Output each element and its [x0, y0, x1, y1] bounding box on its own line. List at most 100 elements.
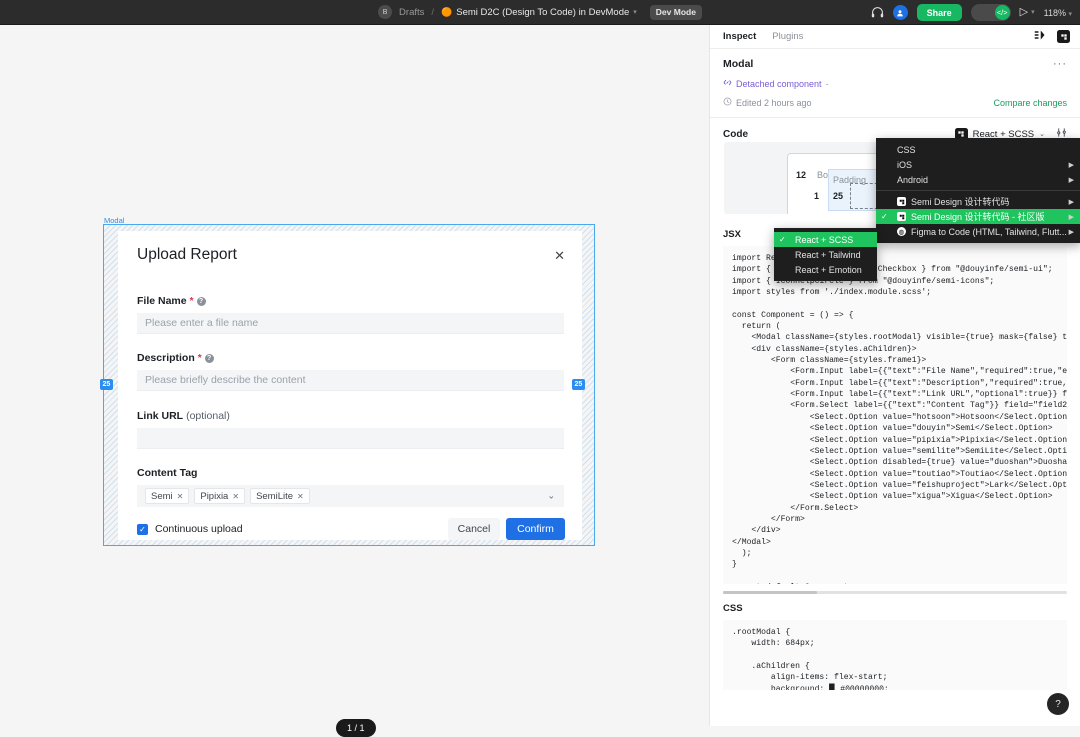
detached-suffix: -	[826, 79, 829, 89]
user-badge-icon[interactable]	[893, 5, 908, 20]
tag-chip[interactable]: Semi ✕	[145, 488, 189, 504]
code-platform-menu[interactable]: CSS iOS ▶ Android ▶ Semi Design 设计转代码 ▶ …	[876, 138, 1080, 243]
detached-component-label[interactable]: Detached component	[736, 79, 822, 89]
help-circle-icon[interactable]: ?	[197, 297, 206, 306]
code-horizontal-scrollbar[interactable]	[723, 591, 1067, 594]
menu-item-figma-to-code[interactable]: ◍ Figma to Code (HTML, Tailwind, Flutt..…	[876, 224, 1080, 239]
tag-remove-icon[interactable]: ✕	[177, 492, 184, 501]
tab-inspect[interactable]: Inspect	[723, 31, 756, 42]
submenu-label: React + SCSS	[795, 235, 853, 245]
menu-item-semi-design[interactable]: Semi Design 设计转代码 ▶	[876, 194, 1080, 209]
zoom-level-value: 118%	[1044, 8, 1066, 18]
tab-plugins[interactable]: Plugins	[772, 31, 803, 42]
label-text: File Name	[137, 295, 187, 307]
zoom-chevron-down-icon: ▾	[1068, 11, 1072, 18]
code-toggle-icon: </>	[995, 5, 1010, 20]
field-label-description: Description * ?	[137, 352, 214, 364]
jsx-code-block[interactable]: import React from 'react'; import { Moda…	[723, 246, 1067, 584]
continuous-upload-checkbox-row[interactable]: ✓ Continuous upload	[137, 523, 243, 535]
menu-item-css[interactable]: CSS	[876, 142, 1080, 157]
submenu-item-react-tailwind[interactable]: React + Tailwind	[774, 247, 877, 262]
share-button[interactable]: Share	[917, 4, 962, 21]
code-compare-icon[interactable]	[1034, 28, 1046, 46]
design-canvas[interactable]: Modal Upload Report ✕ File Name * ? Plea…	[0, 25, 709, 726]
code-label: Code	[723, 129, 748, 140]
submenu-item-react-emotion[interactable]: React + Emotion	[774, 262, 877, 277]
menu-label: iOS	[897, 160, 912, 170]
link-url-input[interactable]	[137, 428, 564, 449]
top-bar: B Drafts / 🟠 Semi D2C (Design To Code) i…	[0, 0, 1080, 25]
checkbox[interactable]: ✓	[137, 524, 148, 535]
description-placeholder: Please briefly describe the content	[145, 374, 306, 386]
present-button[interactable]: ▷ ▾	[1020, 7, 1035, 18]
submenu-arrow-icon: ▶	[1069, 213, 1074, 221]
help-icon[interactable]: ?	[1047, 693, 1069, 715]
chevron-down-icon[interactable]: ▾	[633, 8, 637, 16]
page-indicator[interactable]: 1 / 1	[336, 719, 376, 737]
detached-component-icon	[723, 78, 732, 89]
menu-item-android[interactable]: Android ▶	[876, 172, 1080, 187]
breadcrumb-drafts[interactable]: Drafts	[399, 7, 424, 18]
tag-chip[interactable]: Pipixia ✕	[194, 488, 245, 504]
field-label-file-name: File Name * ?	[137, 295, 206, 307]
react-flavor-submenu[interactable]: ✓ React + SCSS React + Tailwind React + …	[774, 228, 877, 281]
tag-label: Semi	[151, 491, 173, 502]
present-chevron-down-icon[interactable]: ▾	[1031, 9, 1035, 16]
semi-plugin-icon[interactable]	[1057, 30, 1070, 43]
zoom-level[interactable]: 118% ▾	[1044, 8, 1072, 18]
component-summary: Modal ··· Detached component - Edited 2 …	[710, 49, 1080, 108]
check-icon: ✓	[881, 212, 888, 221]
play-icon: ▷	[1020, 7, 1028, 18]
panel-tabs: Inspect Plugins	[710, 25, 1080, 49]
clock-icon	[723, 97, 732, 108]
menu-item-semi-design-community[interactable]: ✓ Semi Design 设计转代码 - 社区版 ▶	[876, 209, 1080, 224]
submenu-arrow-icon: ▶	[1069, 161, 1074, 169]
edited-row: Edited 2 hours ago Compare changes	[723, 97, 1067, 108]
help-circle-icon[interactable]: ?	[205, 354, 214, 363]
tag-chip[interactable]: SemiLite ✕	[250, 488, 310, 504]
top-bar-actions: Share </> ▷ ▾ 118% ▾	[871, 0, 1072, 25]
label-text: Description	[137, 352, 195, 364]
component-name: Modal	[723, 58, 753, 70]
semi-icon	[897, 197, 906, 206]
avatar[interactable]: B	[378, 5, 392, 19]
menu-item-ios[interactable]: iOS ▶	[876, 157, 1080, 172]
menu-label: Semi Design 设计转代码	[911, 195, 1010, 208]
submenu-label: React + Tailwind	[795, 250, 861, 260]
selection-frame[interactable]: Upload Report ✕ File Name * ? Please ent…	[103, 224, 595, 546]
compare-changes-link[interactable]: Compare changes	[993, 98, 1067, 108]
file-name-chip[interactable]: 🟠 Semi D2C (Design To Code) in DevMode ▾	[441, 7, 637, 18]
chevron-down-icon[interactable]: ⌄	[547, 491, 555, 502]
submenu-label: React + Emotion	[795, 265, 862, 275]
dimension-badge-right: 25	[572, 379, 585, 390]
panel-tab-icons	[1034, 28, 1070, 46]
more-options-icon[interactable]: ···	[1053, 59, 1067, 70]
css-code-block[interactable]: .rootModal { width: 684px; .aChildren { …	[723, 620, 1067, 690]
menu-label: CSS	[897, 145, 916, 155]
breadcrumb-separator: /	[431, 7, 434, 18]
submenu-item-react-scss[interactable]: ✓ React + SCSS	[774, 232, 877, 247]
tag-remove-icon[interactable]: ✕	[232, 492, 239, 501]
semi-icon	[897, 212, 906, 221]
description-input[interactable]: Please briefly describe the content	[137, 370, 564, 391]
component-title-row: Modal ···	[723, 58, 1067, 70]
close-icon[interactable]: ✕	[554, 249, 565, 262]
submenu-arrow-icon: ▶	[1069, 176, 1074, 184]
menu-label: Semi Design 设计转代码 - 社区版	[911, 210, 1045, 223]
css-label: CSS	[710, 603, 1080, 614]
modal-dialog: Upload Report ✕ File Name * ? Please ent…	[118, 231, 582, 540]
detached-row: Detached component -	[723, 78, 1067, 89]
figma-code-icon: ◍	[897, 227, 906, 236]
content-tag-select[interactable]: Semi ✕ Pipixia ✕ SemiLite ✕ ⌄	[137, 485, 564, 507]
cancel-button[interactable]: Cancel	[448, 518, 500, 540]
tag-remove-icon[interactable]: ✕	[297, 492, 304, 501]
edited-label: Edited 2 hours ago	[736, 98, 812, 108]
confirm-button[interactable]: Confirm	[506, 518, 565, 540]
field-label-link-url: Link URL (optional)	[137, 410, 230, 422]
headphones-icon[interactable]	[871, 6, 884, 19]
submenu-arrow-icon: ▶	[1069, 228, 1074, 236]
dev-mode-pill[interactable]: Dev Mode	[650, 5, 702, 20]
file-name-input[interactable]: Please enter a file name	[137, 313, 564, 334]
dev-mode-toggle[interactable]: </>	[971, 4, 1011, 21]
file-emoji-icon: 🟠	[441, 7, 452, 18]
